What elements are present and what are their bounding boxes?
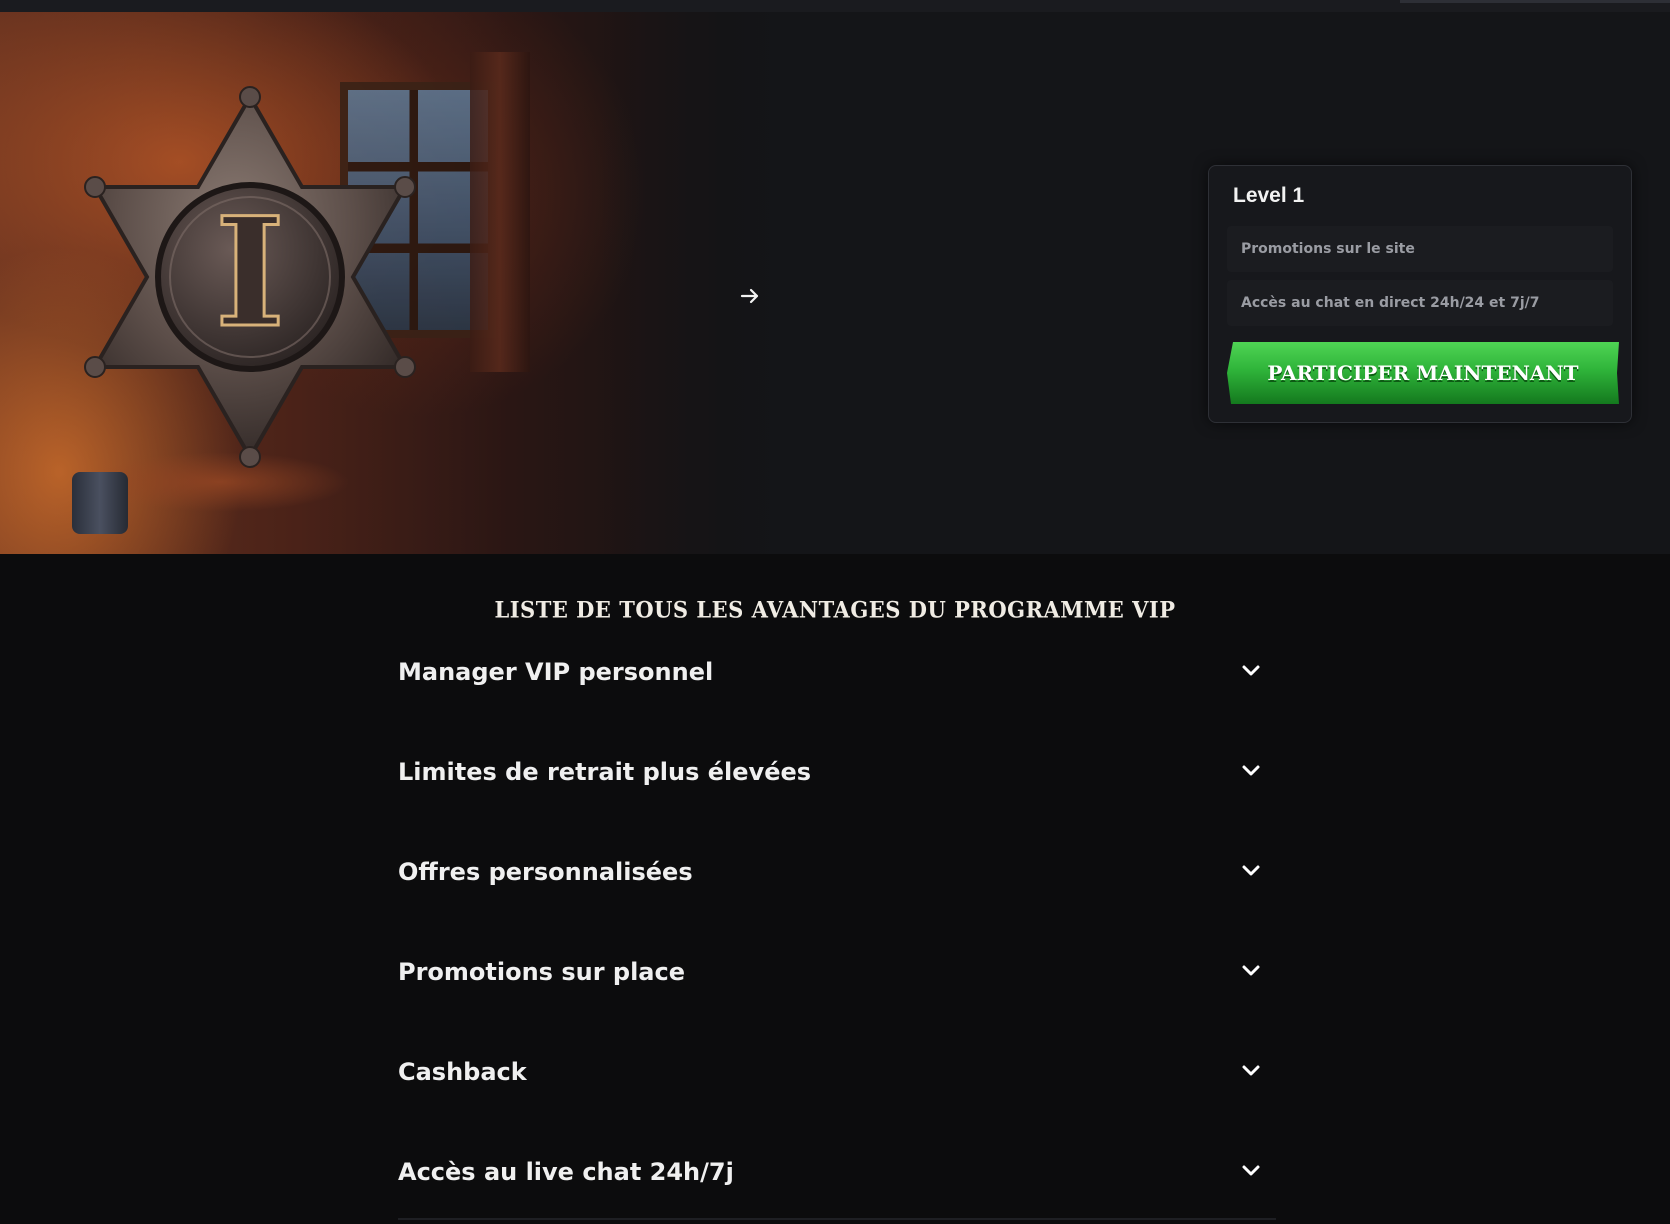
accordion-item-higher-withdrawal-limits[interactable]: Limites de retrait plus élevées	[398, 740, 1276, 840]
accordion-item-label: Offres personnalisées	[398, 858, 693, 886]
top-bar	[0, 0, 1670, 12]
accordion-item-personal-vip-manager[interactable]: Manager VIP personnel	[398, 640, 1276, 740]
accordion-item-label: Limites de retrait plus élevées	[398, 758, 812, 786]
join-now-button[interactable]: PARTICIPER MAINTENANT	[1227, 342, 1619, 404]
chevron-down-icon	[1242, 765, 1260, 776]
accordion-divider	[398, 1218, 1276, 1220]
badge-numeral: I	[215, 185, 285, 361]
accordion-item-onsite-promotions[interactable]: Promotions sur place	[398, 940, 1276, 1040]
sheriff-badge-icon: I	[84, 86, 416, 468]
accordion-item-personalized-offers[interactable]: Offres personnalisées	[398, 840, 1276, 940]
chevron-down-icon	[1242, 865, 1260, 876]
level-title: Level 1	[1233, 184, 1305, 207]
curtain-illustration	[470, 52, 530, 372]
benefits-title: LISTE DE TOUS LES AVANTAGES DU PROGRAMME…	[494, 596, 1176, 623]
hero-banner: I Level 1 Promotions sur le site Accès a…	[0, 12, 1670, 554]
accordion-item-label: Accès au live chat 24h/7j	[398, 1158, 734, 1186]
accordion-item-live-chat-access[interactable]: Accès au live chat 24h/7j	[398, 1140, 1276, 1224]
chevron-down-icon	[1242, 965, 1260, 976]
accordion-item-label: Cashback	[398, 1058, 527, 1086]
chevron-down-icon	[1242, 1065, 1260, 1076]
level-card: Level 1 Promotions sur le site Accès au …	[1208, 165, 1632, 423]
next-level-button[interactable]	[728, 274, 772, 318]
accordion-item-label: Promotions sur place	[398, 958, 685, 986]
chevron-down-icon	[1242, 1165, 1260, 1176]
accordion-item-label: Manager VIP personnel	[398, 658, 714, 686]
chevron-down-icon	[1242, 665, 1260, 676]
arrow-right-icon	[740, 288, 759, 304]
accordion-item-cashback[interactable]: Cashback	[398, 1040, 1276, 1140]
vip-program-page: I Level 1 Promotions sur le site Accès a…	[0, 0, 1670, 1224]
level-perk: Promotions sur le site	[1227, 226, 1613, 272]
top-bar-accent	[1400, 0, 1670, 3]
benefits-accordion: Manager VIP personnel Limites de retrait…	[398, 640, 1276, 1224]
level-perk: Accès au chat en direct 24h/24 et 7j/7	[1227, 280, 1613, 326]
